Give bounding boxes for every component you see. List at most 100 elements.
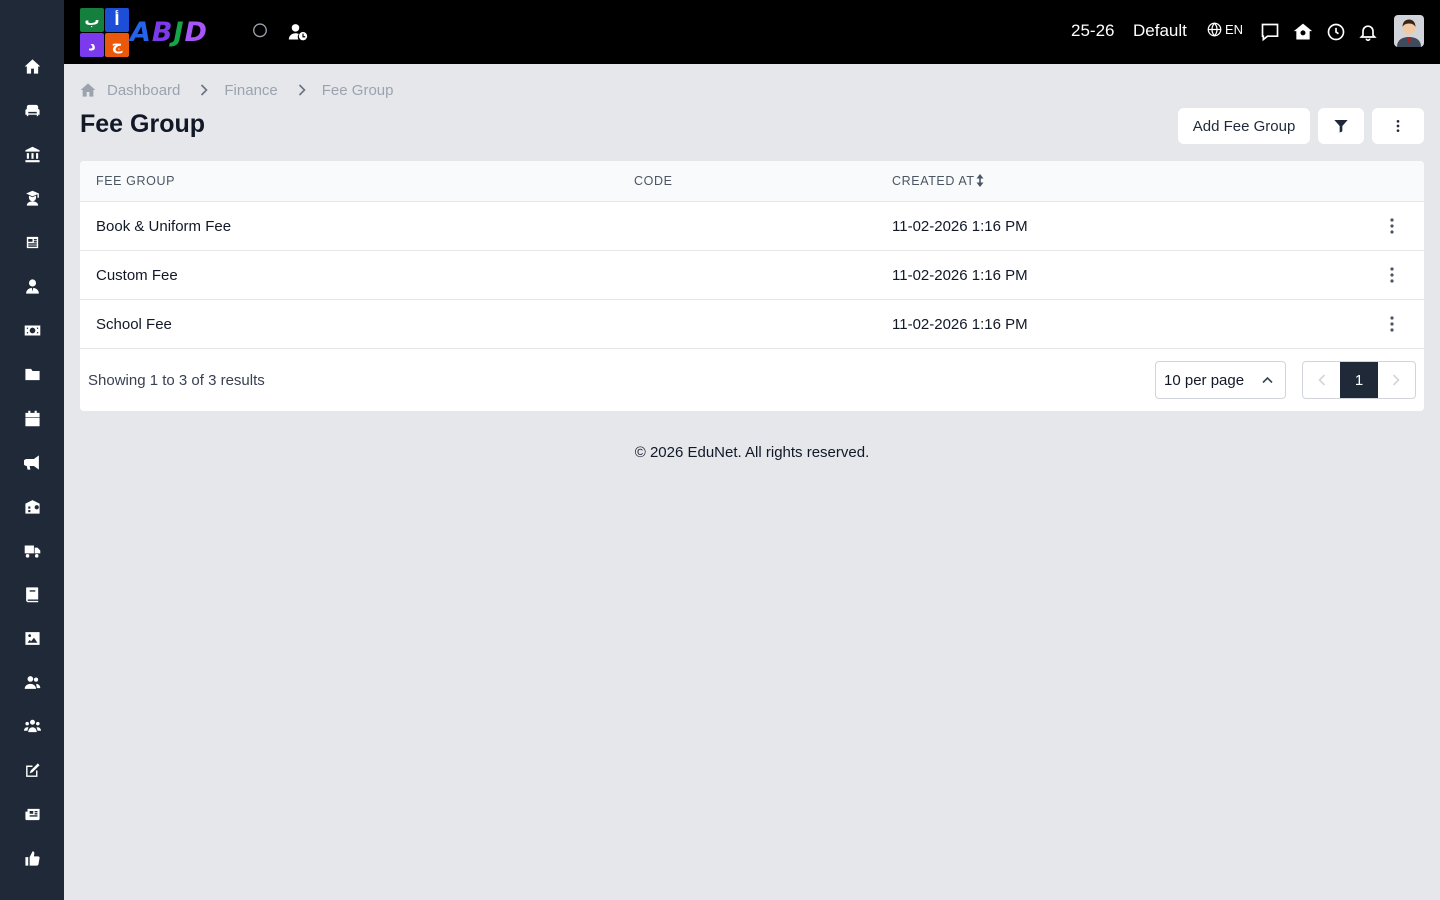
sidebar-item-library[interactable] <box>20 582 44 606</box>
logo-mark: ب أ د ج <box>80 8 129 57</box>
cell-fee-group: Custom Fee <box>96 267 178 284</box>
messages-icon[interactable] <box>1258 20 1282 44</box>
cell-created-at: 11-02-2026 1:16 PM <box>892 316 1028 333</box>
page-title: Fee Group <box>80 110 206 138</box>
chevron-left-icon <box>1318 374 1325 386</box>
add-fee-group-button[interactable]: Add Fee Group <box>1178 108 1310 144</box>
logo-wordmark-letter: B <box>151 16 174 48</box>
sidebar-item-gallery[interactable] <box>20 626 44 650</box>
column-header-created-at[interactable]: CREATED AT <box>892 174 984 190</box>
sidebar-item-news[interactable] <box>20 230 44 254</box>
sidebar-item-bank[interactable] <box>20 142 44 166</box>
chevron-up-icon <box>1262 376 1273 384</box>
sidebar-item-student[interactable] <box>20 186 44 210</box>
logo-letter: أ <box>105 8 129 32</box>
topbar: ب أ د ج ABJD 25-26 Default EN <box>64 0 1440 64</box>
school-home-icon[interactable] <box>1291 20 1315 44</box>
clock-icon[interactable] <box>1324 20 1348 44</box>
bank-icon <box>24 146 40 162</box>
app-logo[interactable]: ب أ د ج ABJD <box>80 8 208 57</box>
sidebar-item-staff[interactable] <box>20 274 44 298</box>
table-row[interactable]: School Fee 11-02-2026 1:16 PM <box>80 300 1424 349</box>
cell-created-at: 11-02-2026 1:16 PM <box>892 267 1028 284</box>
globe-icon <box>1207 22 1222 37</box>
logo-letter: د <box>80 33 104 57</box>
per-page-select[interactable]: 10 per page <box>1155 361 1286 399</box>
logo-wordmark: ABJD <box>130 17 208 48</box>
table-row[interactable]: Book & Uniform Fee 11-02-2026 1:16 PM <box>80 202 1424 251</box>
column-header-fee-group: FEE GROUP <box>96 174 176 188</box>
thumbs-up-icon <box>24 850 40 866</box>
table-row[interactable]: Custom Fee 11-02-2026 1:16 PM <box>80 251 1424 300</box>
logo-letter: ب <box>80 8 104 32</box>
sidebar-item-school[interactable] <box>20 494 44 518</box>
sidebar-item-finance[interactable] <box>20 318 44 342</box>
sofa-icon <box>24 104 40 116</box>
status-circle-icon[interactable] <box>248 20 272 44</box>
per-page-value: 10 per page <box>1164 371 1245 389</box>
page-button-current[interactable]: 1 <box>1340 362 1378 398</box>
breadcrumb-home-icon[interactable] <box>80 82 96 98</box>
row-actions-button[interactable] <box>1382 216 1402 236</box>
folder-icon <box>24 368 40 380</box>
sidebar-item-files[interactable] <box>20 362 44 386</box>
sidebar-item-groups[interactable] <box>20 714 44 738</box>
image-icon <box>24 631 40 645</box>
sidebar-item-exams[interactable] <box>20 758 44 782</box>
sidebar-item-home[interactable] <box>20 54 44 78</box>
sidebar-item-calendar[interactable] <box>20 406 44 430</box>
newspaper-icon <box>24 808 40 820</box>
column-header-created-at-label: CREATED AT <box>892 174 975 188</box>
filter-button[interactable] <box>1318 108 1364 144</box>
pagination: 1 <box>1302 361 1416 399</box>
logo-wordmark-letter: D <box>184 16 208 48</box>
cell-fee-group: School Fee <box>96 316 172 333</box>
row-actions-button[interactable] <box>1382 314 1402 334</box>
breadcrumb-dashboard[interactable]: Dashboard <box>107 82 180 99</box>
sidebar-item-transport[interactable] <box>20 538 44 562</box>
cell-fee-group: Book & Uniform Fee <box>96 218 232 235</box>
prev-page-button[interactable] <box>1303 362 1340 398</box>
user-clock-icon[interactable] <box>286 20 310 44</box>
chevron-right-icon <box>201 84 209 96</box>
sidebar-item-sofa[interactable] <box>20 98 44 122</box>
kebab-menu-icon <box>1390 267 1394 283</box>
language-selector[interactable]: EN <box>1207 22 1243 37</box>
user-tie-icon <box>25 278 39 294</box>
more-options-button[interactable] <box>1372 108 1424 144</box>
money-bill-icon <box>24 325 40 335</box>
sidebar-item-feedback[interactable] <box>20 846 44 870</box>
kebab-menu-icon <box>1390 316 1394 332</box>
truck-icon <box>24 545 40 558</box>
table-header: FEE GROUP CODE CREATED AT <box>80 161 1424 202</box>
language-label: EN <box>1225 22 1244 37</box>
users-icon <box>24 675 40 689</box>
sidebar-item-users[interactable] <box>20 670 44 694</box>
session-selector[interactable]: 25-26 <box>1071 21 1114 41</box>
group-icon <box>23 719 41 732</box>
results-summary: Showing 1 to 3 of 3 results <box>88 372 265 389</box>
fee-group-table-card: FEE GROUP CODE CREATED AT Book & Uniform… <box>80 161 1424 411</box>
row-actions-button[interactable] <box>1382 265 1402 285</box>
sidebar-item-reports[interactable] <box>20 802 44 826</box>
calendar-icon <box>24 410 40 426</box>
column-header-code: CODE <box>634 174 673 188</box>
news-icon <box>26 236 38 248</box>
next-page-button[interactable] <box>1378 362 1415 398</box>
breadcrumb: Dashboard Finance Fee Group <box>80 80 393 100</box>
kebab-menu-icon <box>1390 218 1394 234</box>
sort-icon[interactable] <box>976 174 984 190</box>
kebab-menu-icon <box>1396 120 1400 132</box>
logo-wordmark-letter: A <box>130 16 152 48</box>
home-icon <box>24 58 40 74</box>
edit-icon <box>25 762 40 777</box>
profile-selector[interactable]: Default <box>1133 21 1187 41</box>
breadcrumb-fee-group: Fee Group <box>321 81 394 99</box>
logo-letter: ج <box>105 33 129 57</box>
user-avatar[interactable] <box>1394 15 1424 47</box>
chevron-right-icon <box>1393 374 1400 386</box>
bell-icon[interactable] <box>1356 20 1380 44</box>
chevron-right-icon <box>298 84 306 96</box>
filter-icon <box>1334 120 1348 133</box>
breadcrumb-finance[interactable]: Finance <box>224 82 277 99</box>
